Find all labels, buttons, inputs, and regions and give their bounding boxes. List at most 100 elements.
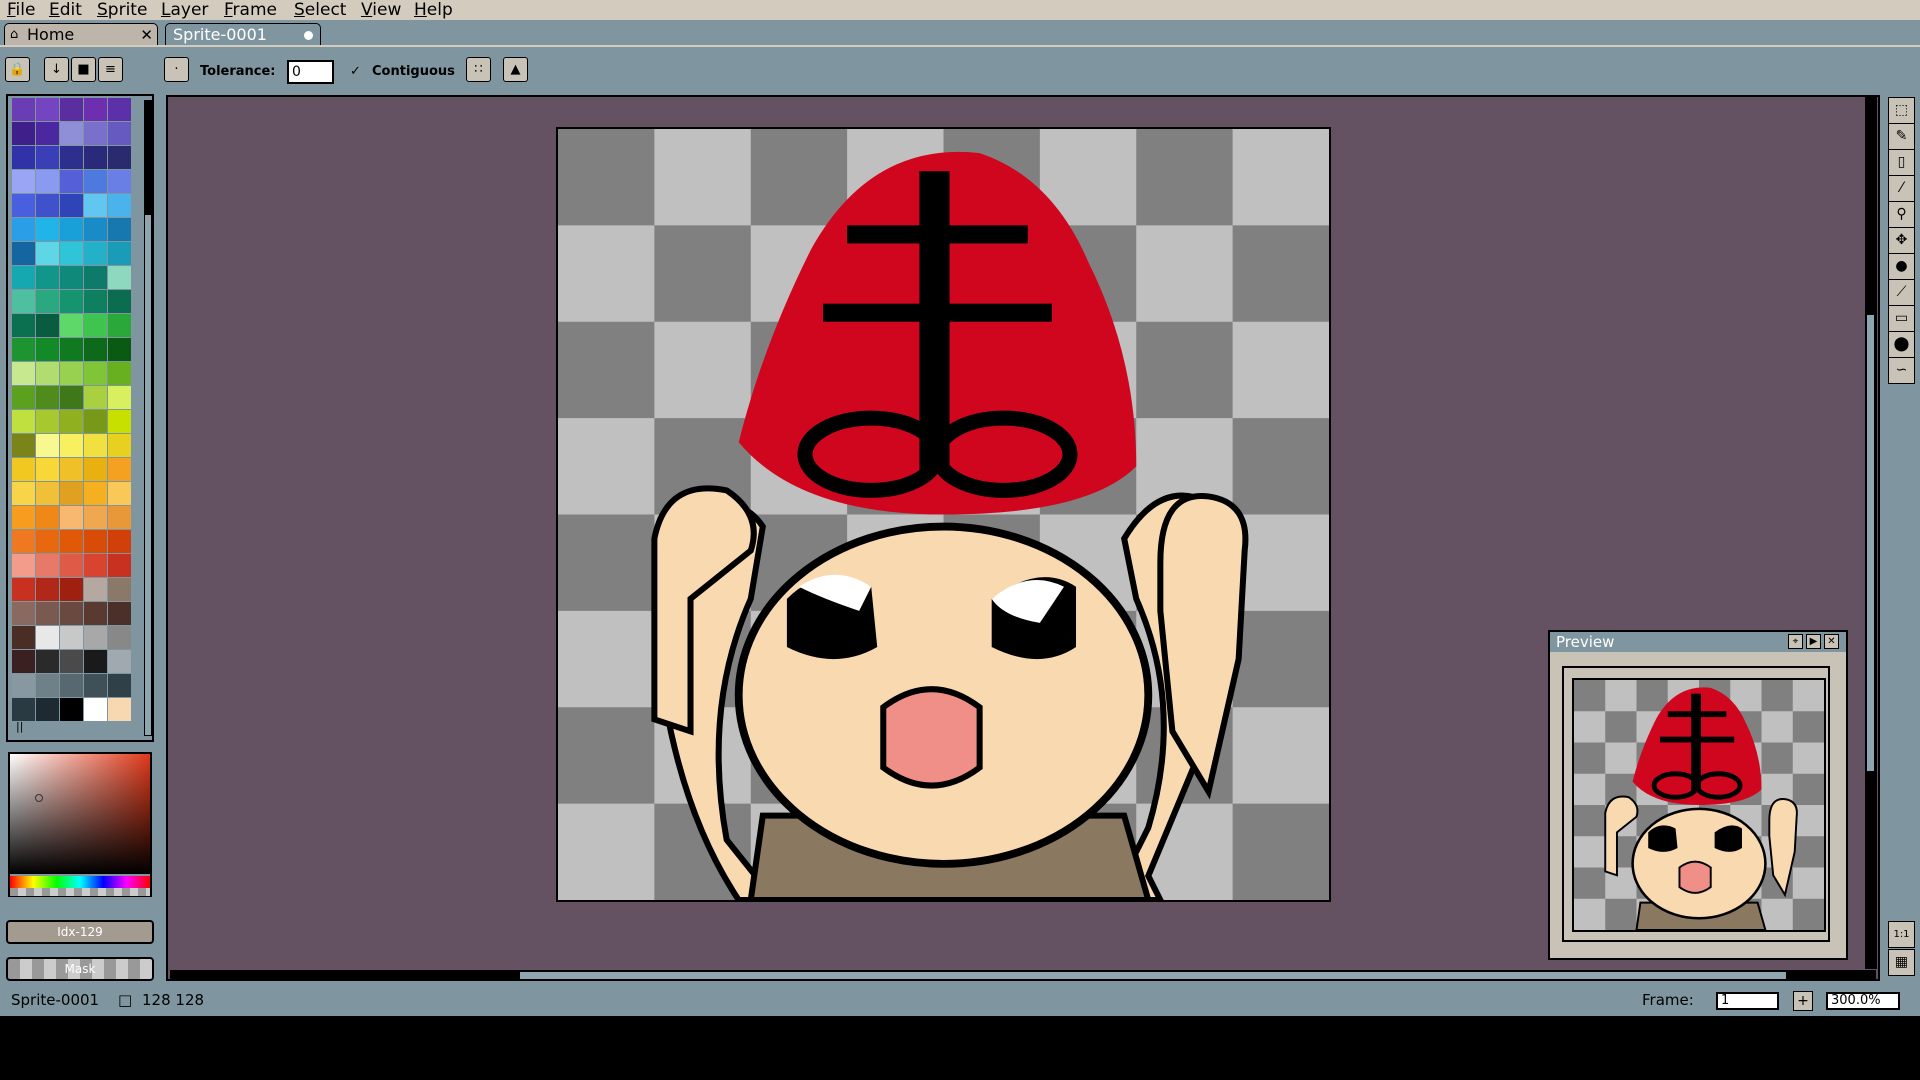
palette-swatch[interactable] <box>36 698 59 721</box>
palette-swatch[interactable] <box>36 98 59 121</box>
palette-swatch[interactable] <box>12 218 35 241</box>
palette-swatch[interactable] <box>36 482 59 505</box>
vertical-scrollbar[interactable] <box>1865 97 1877 969</box>
palette-swatch[interactable] <box>60 170 83 193</box>
palette-swatch[interactable] <box>12 482 35 505</box>
palette-swatch[interactable] <box>60 146 83 169</box>
palette-swatch[interactable] <box>108 122 131 145</box>
palette-swatch[interactable] <box>60 626 83 649</box>
palette-swatch[interactable] <box>60 434 83 457</box>
eraser-tool-icon[interactable]: ▯ <box>1888 149 1915 176</box>
preview-play-icon[interactable]: ▶ <box>1806 634 1821 649</box>
menu-sprite[interactable]: Sprite <box>97 0 147 20</box>
palette-swatch[interactable] <box>84 458 107 481</box>
palette-swatch[interactable] <box>108 578 131 601</box>
palette-swatch[interactable] <box>108 170 131 193</box>
palette-swatch[interactable] <box>60 242 83 265</box>
menu-view[interactable]: View <box>361 0 401 20</box>
palette-swatch[interactable] <box>84 290 107 313</box>
palette-swatch[interactable] <box>12 602 35 625</box>
palette-swatch[interactable] <box>108 218 131 241</box>
palette-swatch[interactable] <box>108 410 131 433</box>
palette-swatch[interactable] <box>60 194 83 217</box>
palette-swatch[interactable] <box>108 698 131 721</box>
saturation-value-field[interactable] <box>10 754 150 874</box>
palette-swatch[interactable] <box>12 386 35 409</box>
palette-swatch[interactable] <box>60 122 83 145</box>
palette-resize-grip-icon[interactable]: || <box>16 720 23 733</box>
palette-swatch[interactable] <box>60 410 83 433</box>
palette-swatch[interactable] <box>60 674 83 697</box>
palette-swatch[interactable] <box>84 506 107 529</box>
palette-swatch[interactable] <box>36 314 59 337</box>
palette-swatch[interactable] <box>12 506 35 529</box>
color-index-button[interactable]: Idx-129 <box>6 920 154 944</box>
close-icon[interactable]: ✕ <box>140 24 153 46</box>
menu-edit[interactable]: Edit <box>49 0 82 20</box>
palette-swatch[interactable] <box>84 674 107 697</box>
palette-swatch[interactable] <box>60 314 83 337</box>
palette-swatch[interactable] <box>12 314 35 337</box>
palette-swatch[interactable] <box>36 458 59 481</box>
palette-swatch[interactable] <box>108 362 131 385</box>
palette-swatch[interactable] <box>84 194 107 217</box>
square-icon[interactable]: ■ <box>71 57 96 82</box>
palette-swatch[interactable] <box>12 698 35 721</box>
palette-swatch[interactable] <box>108 602 131 625</box>
palette-swatch[interactable] <box>60 506 83 529</box>
palette-swatch[interactable] <box>84 434 107 457</box>
menu-select[interactable]: Select <box>294 0 346 20</box>
palette-swatch[interactable] <box>12 362 35 385</box>
palette-swatch[interactable] <box>84 626 107 649</box>
line-tool-icon[interactable]: ⟋ <box>1888 279 1915 306</box>
lock-icon[interactable]: 🔒 <box>5 57 30 82</box>
palette-swatch[interactable] <box>12 170 35 193</box>
tolerance-input[interactable]: 0 <box>287 60 334 84</box>
palette-swatch[interactable] <box>108 98 131 121</box>
menu-frame[interactable]: Frame <box>224 0 277 20</box>
palette-swatch[interactable] <box>36 554 59 577</box>
palette-swatch[interactable] <box>12 650 35 673</box>
palette-swatch[interactable] <box>12 290 35 313</box>
modified-indicator-icon[interactable] <box>304 31 313 40</box>
ellipse-tool-icon[interactable]: ⬤ <box>1888 331 1915 358</box>
palette-swatch[interactable] <box>84 698 107 721</box>
palette-swatch[interactable] <box>60 650 83 673</box>
palette-swatch[interactable] <box>60 362 83 385</box>
palette-scrollbar[interactable] <box>144 100 152 736</box>
palette-swatch[interactable] <box>12 122 35 145</box>
palette-swatch[interactable] <box>84 602 107 625</box>
palette-swatch[interactable] <box>84 650 107 673</box>
palette-swatch[interactable] <box>36 194 59 217</box>
palette-swatch[interactable] <box>108 482 131 505</box>
palette-swatch[interactable] <box>12 338 35 361</box>
contiguous-label[interactable]: Contiguous <box>372 64 455 79</box>
palette-swatch[interactable] <box>108 290 131 313</box>
palette-swatch[interactable] <box>84 98 107 121</box>
palette-swatch[interactable] <box>36 338 59 361</box>
preview-center-icon[interactable]: ⌖ <box>1788 634 1803 649</box>
palette-swatch[interactable] <box>84 170 107 193</box>
menu-file[interactable]: File <box>7 0 35 20</box>
palette-swatch[interactable] <box>108 266 131 289</box>
palette-swatch[interactable] <box>12 410 35 433</box>
contiguous-checkbox-icon[interactable]: ✓ <box>350 64 361 79</box>
horizontal-scrollbar[interactable] <box>170 970 1876 981</box>
palette-swatch[interactable] <box>36 122 59 145</box>
move-tool-icon[interactable]: ✥ <box>1888 227 1915 254</box>
palette-swatch[interactable] <box>84 122 107 145</box>
palette-swatch[interactable] <box>84 386 107 409</box>
palette-swatch[interactable] <box>12 530 35 553</box>
tab-home[interactable]: ⌂ Home ✕ <box>4 23 158 45</box>
horizontal-scroll-thumb[interactable] <box>520 972 1786 979</box>
palette-scroll-thumb[interactable] <box>145 215 151 735</box>
menu-layer[interactable]: Layer <box>161 0 208 20</box>
palette-swatch[interactable] <box>36 674 59 697</box>
dither-icon[interactable]: ∷ <box>466 57 491 82</box>
palette-swatch[interactable] <box>84 266 107 289</box>
menu-help[interactable]: Help <box>414 0 453 20</box>
palette-swatch[interactable] <box>12 554 35 577</box>
preview-close-icon[interactable]: ✕ <box>1824 634 1839 649</box>
palette-swatch[interactable] <box>84 338 107 361</box>
rectangle-tool-icon[interactable]: ▭ <box>1888 305 1915 332</box>
